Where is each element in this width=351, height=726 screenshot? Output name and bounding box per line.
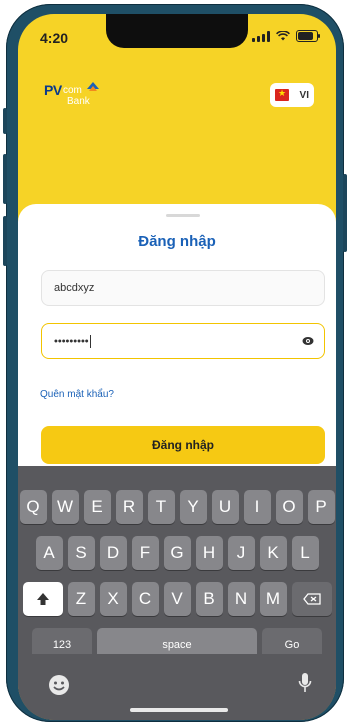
- notch: [106, 14, 248, 48]
- username-field[interactable]: abcdxyz: [41, 270, 325, 306]
- status-bar: 4:20: [18, 14, 336, 58]
- username-value: abcdxyz: [54, 282, 95, 294]
- keyboard-bottom-bar: [18, 654, 336, 720]
- key-l[interactable]: L: [291, 536, 319, 570]
- key-x[interactable]: X: [99, 582, 127, 616]
- key-i[interactable]: I: [243, 490, 271, 524]
- key-n[interactable]: N: [227, 582, 255, 616]
- status-time: 4:20: [40, 30, 69, 46]
- backspace-key[interactable]: [291, 582, 332, 616]
- key-g[interactable]: G: [163, 536, 191, 570]
- volume-down-button: [3, 216, 7, 266]
- key-w[interactable]: W: [51, 490, 79, 524]
- vietnam-flag-icon: [275, 88, 289, 101]
- status-icons: [252, 30, 320, 42]
- pvcombank-logo: PV com Bank: [44, 80, 114, 110]
- battery-icon: [296, 30, 320, 42]
- volume-up-button: [3, 154, 7, 204]
- password-field[interactable]: •••••••••: [41, 323, 325, 359]
- shift-key[interactable]: [22, 582, 63, 616]
- home-indicator[interactable]: [130, 708, 228, 712]
- wifi-icon: [276, 31, 290, 41]
- key-f[interactable]: F: [131, 536, 159, 570]
- key-u[interactable]: U: [211, 490, 239, 524]
- login-sheet: Đăng nhập abcdxyz ••••••••• Quên mật khẩ…: [18, 204, 336, 504]
- keyboard-row-1: Q W E R T Y U I O P: [18, 490, 336, 524]
- language-selector[interactable]: VI: [270, 83, 314, 107]
- key-a[interactable]: A: [35, 536, 63, 570]
- key-z[interactable]: Z: [67, 582, 95, 616]
- keyboard-row-2: A S D F G H J K L: [18, 536, 336, 570]
- backspace-icon: [302, 593, 321, 605]
- key-p[interactable]: P: [307, 490, 335, 524]
- power-button: [343, 174, 347, 252]
- emoji-icon[interactable]: [48, 674, 70, 696]
- key-y[interactable]: Y: [179, 490, 207, 524]
- keyboard-row-3: Z X C V B N M: [18, 582, 336, 616]
- key-t[interactable]: T: [147, 490, 175, 524]
- sheet-grabber[interactable]: [166, 214, 200, 217]
- onscreen-keyboard: Q W E R T Y U I O P A S D F G H J K L Z …: [18, 466, 336, 720]
- key-m[interactable]: M: [259, 582, 287, 616]
- mute-switch: [3, 108, 7, 134]
- show-password-eye-icon[interactable]: [302, 336, 314, 346]
- login-title: Đăng nhập: [138, 233, 216, 250]
- key-b[interactable]: B: [195, 582, 223, 616]
- login-button[interactable]: Đăng nhập: [41, 426, 325, 464]
- key-d[interactable]: D: [99, 536, 127, 570]
- key-r[interactable]: R: [115, 490, 143, 524]
- key-v[interactable]: V: [163, 582, 191, 616]
- key-q[interactable]: Q: [19, 490, 47, 524]
- key-e[interactable]: E: [83, 490, 111, 524]
- signal-icon: [252, 30, 270, 42]
- key-s[interactable]: S: [67, 536, 95, 570]
- language-label: VI: [299, 89, 309, 101]
- logo-bank-text: Bank: [67, 96, 90, 107]
- key-c[interactable]: C: [131, 582, 159, 616]
- shift-arrow-icon: [36, 593, 49, 605]
- key-j[interactable]: J: [227, 536, 255, 570]
- logo-mark-icon: [87, 82, 99, 91]
- key-k[interactable]: K: [259, 536, 287, 570]
- logo-pv-text: PV: [44, 82, 62, 98]
- phone-frame: 4:20 PV com Bank ★ VI Đăng nhập abcdxyz …: [3, 4, 347, 722]
- key-o[interactable]: O: [275, 490, 303, 524]
- microphone-icon[interactable]: [298, 672, 312, 694]
- text-caret: [89, 335, 91, 348]
- password-value: •••••••••: [54, 335, 91, 348]
- logo-com-text: com: [63, 85, 82, 96]
- forgot-password-link[interactable]: Quên mật khẩu?: [40, 389, 114, 400]
- password-mask: •••••••••: [54, 335, 89, 348]
- app-screen: 4:20 PV com Bank ★ VI Đăng nhập abcdxyz …: [18, 14, 336, 720]
- key-h[interactable]: H: [195, 536, 223, 570]
